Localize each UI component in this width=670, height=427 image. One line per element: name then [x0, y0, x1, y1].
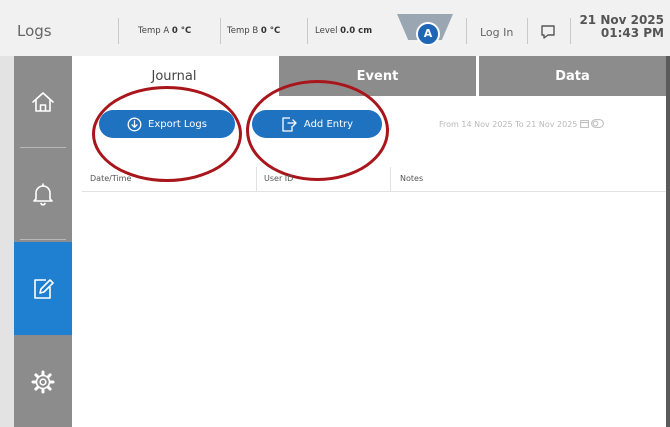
- sidebar-item-logs[interactable]: [14, 242, 72, 335]
- divider: [570, 18, 571, 44]
- time-text: 01:43 PM: [600, 26, 664, 40]
- sidebar-item-home[interactable]: [14, 56, 72, 147]
- column-date-time[interactable]: Date/Time: [90, 174, 131, 183]
- column-notes[interactable]: Notes: [400, 174, 423, 183]
- temp-b-value: 0 °C: [260, 26, 281, 36]
- toggle-icon[interactable]: [591, 119, 605, 128]
- calendar-icon[interactable]: [580, 119, 589, 128]
- temp-a-reading: Temp A 0 °C: [138, 26, 191, 36]
- sidebar-separator: [20, 239, 66, 240]
- range-from-value: 14 Nov 2025: [461, 120, 513, 129]
- column-divider: [390, 167, 391, 191]
- range-to-label: To: [515, 120, 524, 129]
- level-reading: Level 0.0 cm: [315, 26, 372, 36]
- divider: [527, 18, 528, 44]
- date-text: 21 Nov 2025: [579, 13, 664, 27]
- divider: [220, 18, 221, 44]
- status-badge[interactable]: A: [416, 22, 440, 46]
- column-divider: [256, 167, 257, 191]
- right-edge: [666, 56, 670, 427]
- sidebar: [14, 56, 72, 427]
- gear-icon: [31, 370, 55, 393]
- home-icon: [32, 91, 54, 112]
- level-value: 0.0 cm: [340, 26, 373, 36]
- bell-icon: [33, 182, 53, 206]
- range-to-value: 21 Nov 2025: [526, 120, 578, 129]
- highlight-ellipse: [246, 80, 389, 181]
- tab-data[interactable]: Data: [476, 56, 666, 96]
- temp-b-label: Temp B: [227, 26, 259, 36]
- log-in-button[interactable]: Log In: [480, 26, 513, 39]
- temp-b-reading: Temp B 0 °C: [227, 26, 280, 36]
- edit-icon: [34, 278, 54, 299]
- divider: [307, 18, 308, 44]
- table-header: Date/Time User ID Notes: [82, 167, 666, 192]
- logs-screen: Logs Temp A 0 °C Temp B 0 °C Level 0.0 c…: [0, 0, 670, 427]
- temp-a-label: Temp A: [138, 26, 170, 36]
- column-user-id[interactable]: User ID: [264, 174, 293, 183]
- page-title: Logs: [17, 22, 52, 40]
- level-label: Level: [315, 26, 338, 36]
- top-bar: Logs Temp A 0 °C Temp B 0 °C Level 0.0 c…: [0, 0, 670, 57]
- message-icon[interactable]: [540, 25, 556, 40]
- temp-a-value: 0 °C: [171, 26, 192, 36]
- range-from-label: From: [439, 120, 459, 129]
- sidebar-item-settings[interactable]: [14, 336, 72, 427]
- left-edge: [0, 56, 14, 427]
- divider: [118, 18, 119, 44]
- date-range[interactable]: From 14 Nov 2025 To 21 Nov 2025: [439, 119, 605, 129]
- sidebar-item-alarms[interactable]: [14, 148, 72, 239]
- divider: [466, 18, 467, 44]
